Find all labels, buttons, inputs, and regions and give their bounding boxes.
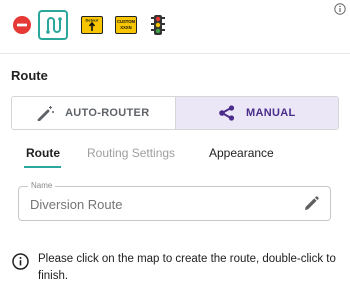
share-nodes-icon <box>219 105 235 121</box>
tab-routing-settings[interactable]: Routing Settings <box>87 146 175 160</box>
tab-route[interactable]: Route <box>26 146 60 160</box>
info-icon[interactable] <box>334 2 346 15</box>
route-tool-button[interactable] <box>38 10 68 40</box>
traffic-signal-button[interactable] <box>150 13 166 37</box>
magic-wand-icon <box>37 106 55 121</box>
manual-label: MANUAL <box>246 107 296 119</box>
remove-circle-icon[interactable] <box>11 13 33 37</box>
traffic-signal-icon <box>151 15 165 35</box>
info-circle-icon <box>12 253 29 270</box>
detour-sign-button[interactable]: Detour <box>80 13 104 37</box>
active-tab-indicator <box>24 166 61 168</box>
detour-sign-label: Detour <box>86 18 99 23</box>
info-message-text: Please click on the map to create the ro… <box>38 253 336 282</box>
custom-sign-button[interactable]: CUSTOM XXXN <box>114 13 138 37</box>
name-field-label: Name <box>28 181 56 190</box>
custom-sign-icon: CUSTOM XXXN <box>115 16 137 34</box>
tab-appearance[interactable]: Appearance <box>209 146 274 160</box>
auto-router-button[interactable]: AUTO-ROUTER <box>12 97 176 129</box>
route-tabs: Route Routing Settings Appearance <box>0 140 350 168</box>
name-field[interactable]: Name Diversion Route <box>18 181 331 221</box>
route-section-title: Route <box>11 68 48 83</box>
route-path-icon <box>46 17 62 34</box>
toolbar: Detour CUSTOM XXXN <box>0 0 350 54</box>
auto-router-label: AUTO-ROUTER <box>65 107 150 119</box>
detour-sign-icon: Detour <box>81 16 103 34</box>
name-field-value[interactable]: Diversion Route <box>30 197 123 212</box>
custom-sign-label: CUSTOM <box>117 19 136 24</box>
manual-button[interactable]: MANUAL <box>175 97 338 129</box>
route-mode-toggle: AUTO-ROUTER MANUAL <box>11 96 339 130</box>
pencil-icon[interactable] <box>302 195 320 213</box>
custom-sign-sublabel: XXXN <box>120 25 131 30</box>
